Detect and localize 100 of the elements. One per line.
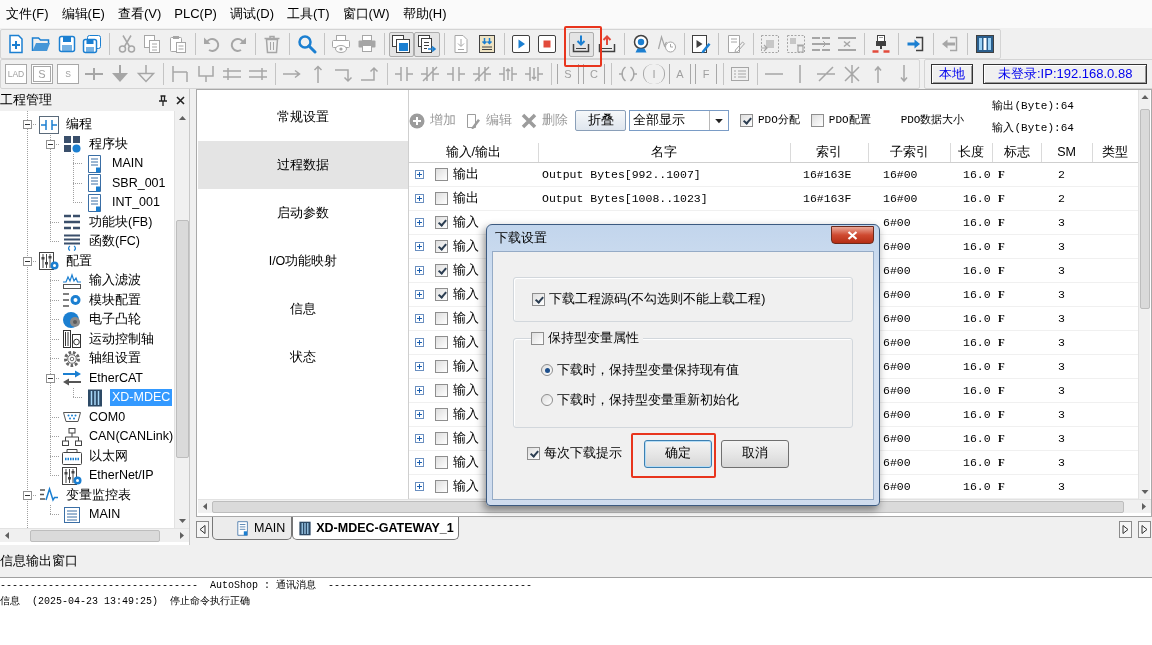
menu-item[interactable]: 文件(F) (0, 1, 55, 27)
tree-item[interactable]: CAN(CANLink) (87, 428, 174, 446)
checkbox[interactable] (435, 456, 448, 469)
column-header[interactable]: 索引 (790, 142, 868, 163)
tree-item[interactable]: MAIN (87, 506, 123, 524)
menu-item[interactable]: PLC(P) (168, 1, 223, 27)
tree-item[interactable]: SBR_001 (110, 174, 168, 192)
tree-item[interactable]: EtherCAT (87, 369, 145, 387)
checkbox[interactable] (435, 168, 448, 181)
table-cell: 16.0 (963, 431, 991, 445)
tree-item[interactable]: 模块配置 (87, 291, 143, 309)
scroll-thumb[interactable] (176, 220, 189, 458)
checkbox[interactable] (531, 331, 544, 345)
collapse-icon[interactable] (22, 120, 32, 130)
expand-icon[interactable] (415, 314, 424, 323)
tree-item[interactable]: 以太网 (87, 447, 130, 465)
checkbox[interactable] (435, 312, 448, 325)
expand-icon[interactable] (415, 338, 424, 347)
scroll-thumb[interactable] (30, 530, 160, 542)
checkbox[interactable] (435, 288, 448, 301)
document-tab[interactable]: MAIN (212, 517, 293, 540)
checkbox[interactable] (527, 447, 540, 460)
dialog-button[interactable]: 取消 (721, 439, 789, 468)
column-header[interactable]: 输入/输出 (409, 142, 538, 163)
toolbar-button[interactable] (388, 31, 414, 57)
toolbar-button[interactable] (414, 31, 440, 57)
menu-item[interactable]: 查看(V) (111, 1, 168, 27)
column-header[interactable]: SM (1041, 142, 1092, 163)
checkbox[interactable] (435, 432, 448, 445)
tree-item[interactable]: EtherNet/IP (87, 467, 156, 485)
expand-icon[interactable] (415, 170, 424, 179)
dialog-button[interactable]: 确定 (644, 439, 712, 468)
close-button[interactable] (831, 226, 874, 244)
menu-item[interactable]: 帮助(H) (396, 1, 453, 27)
checkbox[interactable] (435, 216, 448, 229)
tab-scroll-left[interactable] (196, 521, 209, 538)
scrollbar[interactable] (0, 528, 189, 542)
radio-button[interactable] (541, 364, 553, 376)
column-header[interactable]: 类型 (1092, 142, 1138, 163)
column-header[interactable]: 名字 (538, 142, 790, 163)
expand-icon[interactable] (415, 434, 424, 443)
checkbox[interactable] (532, 293, 545, 306)
toolbar-button[interactable] (568, 31, 594, 57)
menu-item[interactable]: 工具(T) (280, 1, 336, 27)
expand-icon[interactable] (415, 194, 424, 203)
checkbox[interactable] (435, 336, 448, 349)
close-icon[interactable] (176, 95, 185, 105)
tree-item[interactable]: 轴组设置 (87, 350, 143, 368)
checkbox[interactable] (435, 384, 448, 397)
menu-item[interactable]: 窗口(W) (336, 1, 396, 27)
checkbox[interactable] (435, 264, 448, 277)
tree-item[interactable]: 变量监控表 (64, 486, 133, 504)
tree-item[interactable]: 函数(FC) (87, 233, 142, 251)
tree-item[interactable]: 程序块 (87, 135, 130, 153)
collapse-icon[interactable] (22, 490, 32, 500)
collapse-icon[interactable] (22, 256, 32, 266)
tree-item[interactable]: INT_001 (110, 194, 162, 212)
document-tab[interactable]: XD-MDEC-GATEWAY_1 (292, 517, 459, 540)
expand-icon[interactable] (415, 386, 424, 395)
checkbox[interactable] (810, 114, 824, 128)
expand-icon[interactable] (415, 290, 424, 299)
pin-icon[interactable] (158, 94, 168, 106)
column-header[interactable]: 长度 (950, 142, 992, 163)
tab-scroll-end[interactable] (1138, 521, 1151, 538)
collapse-icon[interactable] (45, 139, 55, 149)
tab-scroll-right[interactable] (1119, 521, 1132, 538)
expand-icon[interactable] (415, 218, 424, 227)
expand-icon[interactable] (415, 410, 424, 419)
tree-item[interactable]: 编程 (64, 116, 94, 134)
collapse-icon[interactable] (45, 373, 55, 383)
checkbox[interactable] (435, 408, 448, 421)
expand-icon[interactable] (415, 482, 424, 491)
expand-icon[interactable] (415, 362, 424, 371)
tree-item[interactable]: 输入滤波 (87, 272, 143, 290)
scrollbar[interactable] (174, 111, 189, 528)
checkbox[interactable] (435, 192, 448, 205)
bars-icon (62, 213, 82, 232)
collapse-button[interactable]: 折叠 (575, 110, 626, 132)
nav-item[interactable]: 过程数据 (198, 141, 408, 189)
column-header[interactable]: 子索引 (868, 142, 950, 163)
tree-item[interactable]: MAIN (110, 155, 146, 173)
column-header[interactable]: 标志 (992, 142, 1041, 163)
filter-dropdown[interactable]: 全部显示 (629, 110, 729, 132)
tree-item[interactable]: 电子凸轮 (87, 311, 143, 329)
expand-icon[interactable] (415, 242, 424, 251)
tree-item[interactable]: 功能块(FB) (87, 213, 155, 231)
tree-item[interactable]: 配置 (64, 252, 94, 270)
radio-button[interactable] (541, 394, 553, 406)
checkbox[interactable] (435, 360, 448, 373)
menu-item[interactable]: 调试(D) (223, 1, 280, 27)
checkbox[interactable] (435, 480, 448, 493)
checkbox[interactable] (435, 240, 448, 253)
tree-item[interactable]: COM0 (87, 408, 128, 426)
scroll-thumb[interactable] (1140, 109, 1150, 309)
checkbox[interactable] (740, 114, 753, 128)
menu-item[interactable]: 编辑(E) (55, 1, 111, 27)
scrollbar[interactable] (1138, 90, 1150, 499)
expand-icon[interactable] (415, 266, 424, 275)
tree-item[interactable]: 运动控制轴 (87, 330, 156, 348)
expand-icon[interactable] (415, 458, 424, 467)
